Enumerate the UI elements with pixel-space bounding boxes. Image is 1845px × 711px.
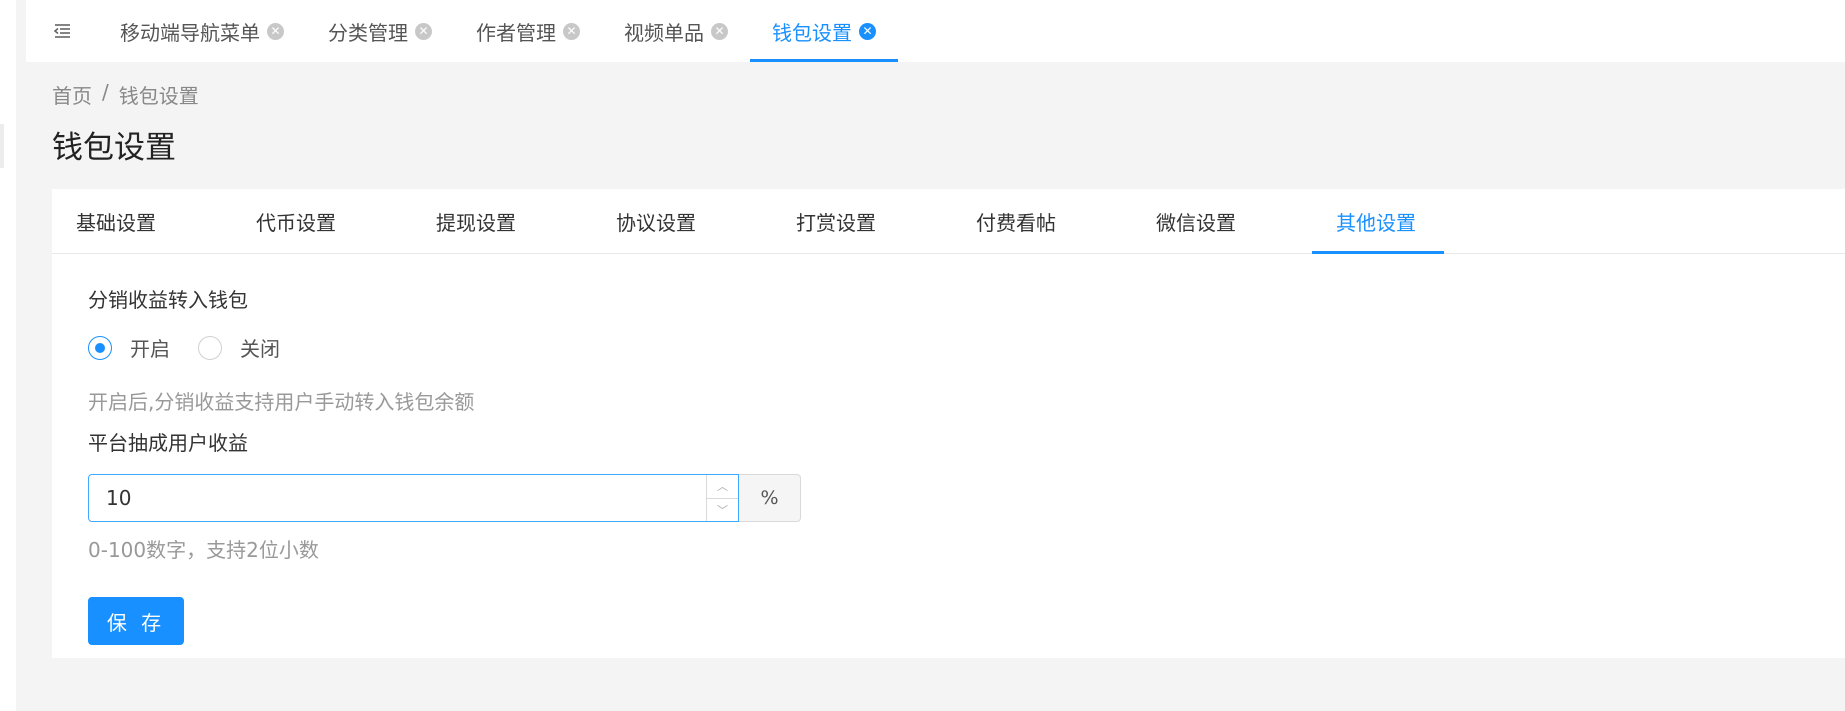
commission-help-text: 0-100数字，支持2位小数 — [88, 538, 319, 562]
distribution-radio-group: 开启 关闭 — [88, 333, 888, 362]
commission-input-group: ︿ ﹀ % — [88, 474, 801, 522]
subtab-other[interactable]: 其他设置 — [1312, 189, 1492, 254]
radio-off-label: 关闭 — [240, 337, 280, 361]
tab-label: 移动端导航菜单 — [120, 20, 260, 45]
tab-category-management[interactable]: 分类管理 ✕ — [306, 0, 454, 62]
close-icon[interactable]: ✕ — [711, 22, 728, 40]
subtab-paid-posts[interactable]: 付费看帖 — [952, 189, 1132, 253]
distribution-help-text: 开启后,分销收益支持用户手动转入钱包余额 — [88, 390, 475, 414]
tab-label: 视频单品 — [624, 20, 704, 45]
commission-label: 平台抽成用户收益 — [88, 431, 248, 455]
tab-mobile-nav-menu[interactable]: 移动端导航菜单 ✕ — [98, 0, 306, 62]
distribution-label: 分销收益转入钱包 — [88, 288, 248, 312]
save-button[interactable]: 保 存 — [88, 597, 184, 645]
subtab-withdraw[interactable]: 提现设置 — [412, 189, 592, 253]
radio-off[interactable]: 关闭 — [198, 333, 280, 362]
close-icon[interactable]: ✕ — [563, 22, 580, 40]
breadcrumb-home[interactable]: 首页 — [52, 80, 92, 109]
subtab-reward[interactable]: 打赏设置 — [772, 189, 952, 253]
breadcrumb: 首页 / 钱包设置 — [52, 80, 199, 109]
tab-label: 分类管理 — [328, 20, 408, 45]
commission-unit: % — [739, 474, 801, 522]
close-icon[interactable]: ✕ — [859, 22, 876, 40]
commission-number-input: ︿ ﹀ — [88, 474, 739, 522]
breadcrumb-separator: / — [102, 80, 109, 104]
page-title: 钱包设置 — [52, 130, 176, 166]
sidebar-edge-mark — [0, 124, 4, 168]
close-icon[interactable]: ✕ — [415, 22, 432, 40]
radio-unchecked-icon[interactable] — [198, 335, 222, 360]
radio-on[interactable]: 开启 — [88, 333, 170, 362]
tab-bar: 移动端导航菜单 ✕ 分类管理 ✕ 作者管理 ✕ 视频单品 ✕ 钱包设置 ✕ — [26, 0, 1845, 62]
radio-checked-icon[interactable] — [88, 335, 112, 360]
tab-wallet-settings[interactable]: 钱包设置 ✕ — [750, 0, 898, 62]
close-icon[interactable]: ✕ — [267, 22, 284, 40]
tab-label: 钱包设置 — [772, 20, 852, 45]
left-sidebar-edge — [0, 0, 16, 711]
tab-author-management[interactable]: 作者管理 ✕ — [454, 0, 602, 62]
settings-card: 基础设置 代币设置 提现设置 协议设置 打赏设置 付费看帖 微信设置 其他设置 … — [52, 189, 1845, 658]
chevron-down-icon[interactable]: ﹀ — [707, 499, 738, 522]
commission-stepper: ︿ ﹀ — [706, 475, 738, 521]
subtab-basic[interactable]: 基础设置 — [52, 189, 232, 253]
chevron-up-icon[interactable]: ︿ — [707, 475, 738, 499]
radio-on-label: 开启 — [130, 337, 170, 361]
tab-label: 作者管理 — [476, 20, 556, 45]
commission-field[interactable] — [89, 475, 706, 521]
subtab-token[interactable]: 代币设置 — [232, 189, 412, 253]
tab-video-items[interactable]: 视频单品 ✕ — [602, 0, 750, 62]
breadcrumb-current: 钱包设置 — [118, 84, 199, 108]
subtab-wechat[interactable]: 微信设置 — [1132, 189, 1312, 253]
subtab-agreement[interactable]: 协议设置 — [592, 189, 772, 253]
menu-fold-icon[interactable] — [26, 0, 98, 62]
settings-subtabs: 基础设置 代币设置 提现设置 协议设置 打赏设置 付费看帖 微信设置 其他设置 — [52, 189, 1845, 254]
other-settings-form: 分销收益转入钱包 开启 关闭 开启后,分销收益支持用户手动转入钱包余额 平台抽成… — [88, 284, 888, 645]
